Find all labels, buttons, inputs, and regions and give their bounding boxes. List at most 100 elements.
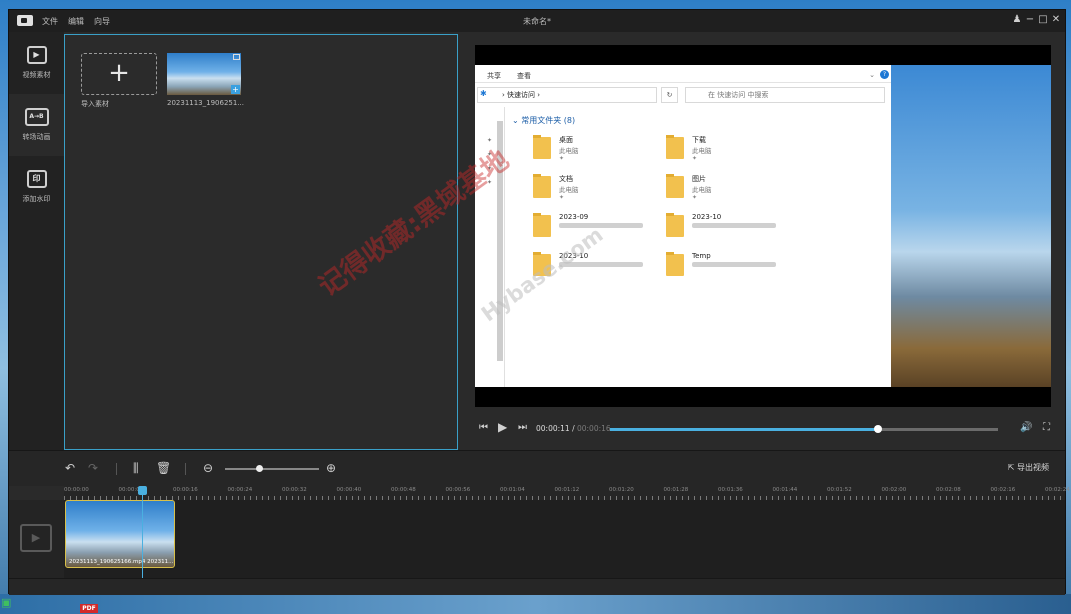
zoom-slider[interactable]	[225, 465, 319, 472]
clip-filename: 20231113_190625166.mp4	[69, 559, 146, 565]
redo-icon[interactable]: ↷	[88, 461, 98, 475]
media-thumbnail[interactable]: +	[167, 53, 241, 95]
volume-icon[interactable]: 🔊	[1020, 422, 1032, 433]
address-text: 快速访问	[507, 91, 536, 99]
ruler-tick-label: 00:02:16	[990, 487, 1016, 493]
pin-icon: ✦	[692, 194, 698, 201]
blurred-path	[692, 262, 776, 267]
explorer-search-box: 在 快速访问 中搜索	[685, 87, 885, 103]
delete-icon[interactable]: 🗑	[156, 461, 171, 475]
ruler-tick-label: 00:02:08	[936, 487, 961, 493]
toolbar-divider	[185, 463, 186, 475]
folder-icon	[533, 213, 551, 237]
undo-icon[interactable]: ↶	[65, 461, 75, 475]
sidebar-item-transition[interactable]: A→B 转场动画	[9, 94, 64, 156]
video-material-icon: ▶	[26, 46, 47, 64]
title-bar: 文件 编辑 向导 未命名* ♟ − □ ✕	[9, 10, 1065, 32]
window-title: 未命名*	[523, 17, 551, 26]
video-editor-window: 文件 编辑 向导 未命名* ♟ − □ ✕ ▶ 视频素材 A→B 转场动画 印 …	[8, 9, 1070, 595]
export-video-button[interactable]: ⇱ 导出视频	[1008, 462, 1049, 473]
export-label: 导出视频	[1017, 463, 1049, 472]
sidebar-item-label: 转场动画	[22, 133, 51, 141]
import-media-button[interactable]: +	[81, 53, 157, 95]
sidebar-item-watermark[interactable]: 印 添加水印	[9, 156, 64, 218]
timeline-clip[interactable]: 20231113_190625166.mp4 202311...	[65, 500, 175, 568]
folder-name: 2023-09	[559, 213, 589, 221]
desktop-pdf-icon[interactable]: PDF	[80, 604, 98, 613]
fullscreen-icon[interactable]: ⛶	[1043, 422, 1050, 433]
close-icon[interactable]: ✕	[1050, 14, 1062, 25]
export-icon: ⇱	[1007, 463, 1015, 472]
blurred-path	[559, 223, 643, 228]
folder-name: 2023-10	[692, 213, 722, 221]
explorer-tab-view: 查看	[517, 72, 531, 80]
video-preview[interactable]: 共享 查看 ⌄ ? ✱ › 快速访问 › ↻ 在 快速访问 中搜索 ✦ ✦ ✦ …	[475, 45, 1051, 407]
ruler-tick-label: 00:00:00	[64, 487, 89, 493]
watermark-icon: 印	[26, 170, 47, 188]
refresh-icon: ↻	[661, 87, 678, 103]
playback-progress-bar[interactable]	[610, 425, 998, 433]
folder-name: 下载	[692, 136, 706, 144]
folder-item: 图片 此电脑 ✦	[666, 174, 786, 208]
folder-location: 此电脑	[692, 186, 712, 194]
clip-filename-2: 202311...	[147, 559, 174, 565]
add-to-timeline-icon[interactable]: +	[231, 85, 240, 94]
sidebar-item-label: 视频素材	[22, 71, 51, 79]
ruler-tick-label: 00:02:00	[881, 487, 907, 493]
sidebar: ▶ 视频素材 A→B 转场动画 印 添加水印	[9, 32, 64, 450]
ruler-tick-label: 00:00:56	[445, 487, 471, 493]
folder-item: 下载 此电脑 ✦	[666, 135, 786, 169]
pin-icon: ✦	[559, 194, 565, 201]
user-icon[interactable]: ♟	[1011, 14, 1023, 25]
ruler-tick-label: 00:02:24	[1045, 487, 1070, 493]
ruler-tick-label: 00:00:40	[336, 487, 362, 493]
ruler-tick-label: 00:00:48	[391, 487, 416, 493]
explorer-tab-share: 共享	[487, 72, 501, 80]
previous-frame-icon[interactable]: ⏮	[479, 422, 488, 433]
transition-icon: A→B	[24, 108, 49, 126]
clip-label: 20231113_190625166.mp4 202311...	[69, 559, 173, 565]
import-media-label: 导入素材	[81, 100, 109, 108]
folder-location: 此电脑	[559, 147, 579, 155]
preview-background-image	[891, 65, 1051, 387]
playback-time: 00:00:11 / 00:00:16	[536, 424, 611, 433]
folder-name: Temp	[692, 252, 711, 260]
explorer-group-header: ⌄ 常用文件夹 (8)	[512, 116, 576, 125]
zoom-out-icon[interactable]: ⊖	[203, 461, 213, 475]
folder-icon	[666, 252, 684, 276]
blurred-path	[692, 223, 776, 228]
group-title: 常用文件夹 (8)	[521, 116, 576, 125]
sidebar-item-video-material[interactable]: ▶ 视频素材	[9, 32, 64, 94]
total-time: 00:00:16	[576, 424, 611, 433]
folder-item: 桌面 此电脑 ✦	[533, 135, 653, 169]
explorer-window-frame: 共享 查看 ⌄ ? ✱ › 快速访问 › ↻ 在 快速访问 中搜索 ✦ ✦ ✦ …	[475, 65, 891, 387]
desktop-shortcut-icon[interactable]: ▣	[1, 596, 13, 612]
toolbar-divider	[116, 463, 117, 475]
desktop-background	[0, 594, 1071, 614]
folder-icon	[666, 174, 684, 198]
playhead[interactable]	[142, 487, 143, 589]
minimize-icon[interactable]: −	[1024, 14, 1036, 25]
timeline-toolbar: ↶ ↷ ⫼ 🗑 ⊖ ⊕ ⇱ 导出视频	[9, 450, 1065, 486]
ruler-tick-label: 00:00:24	[227, 487, 253, 493]
folder-icon	[533, 135, 551, 159]
maximize-icon[interactable]: □	[1037, 14, 1049, 25]
ruler-tick-label: 00:01:52	[827, 487, 852, 493]
thumbnail-corner-icon	[233, 54, 240, 60]
play-icon[interactable]: ▶	[498, 420, 507, 434]
zoom-slider-handle[interactable]	[255, 465, 263, 472]
folder-name: 桌面	[559, 136, 573, 144]
timeline-ruler[interactable]: 00:00:00 00:00:08 00:00:16 00:00:24 00:00:32…	[64, 486, 1070, 500]
zoom-in-icon[interactable]: ⊕	[326, 461, 336, 475]
folder-item: Temp	[666, 252, 786, 286]
next-frame-icon[interactable]: ⏭	[518, 422, 527, 433]
folder-item: 2023-10	[666, 213, 786, 247]
pin-icon: ✦	[692, 155, 698, 162]
ruler-tick-label: 00:00:16	[173, 487, 198, 493]
ruler-tick-label: 00:01:20	[609, 487, 634, 493]
progress-fill	[610, 428, 878, 431]
split-icon[interactable]: ⫼	[133, 461, 139, 476]
help-icon: ?	[880, 70, 889, 79]
folder-item: 文档 此电脑 ✦	[533, 174, 653, 208]
progress-handle[interactable]	[873, 425, 882, 433]
